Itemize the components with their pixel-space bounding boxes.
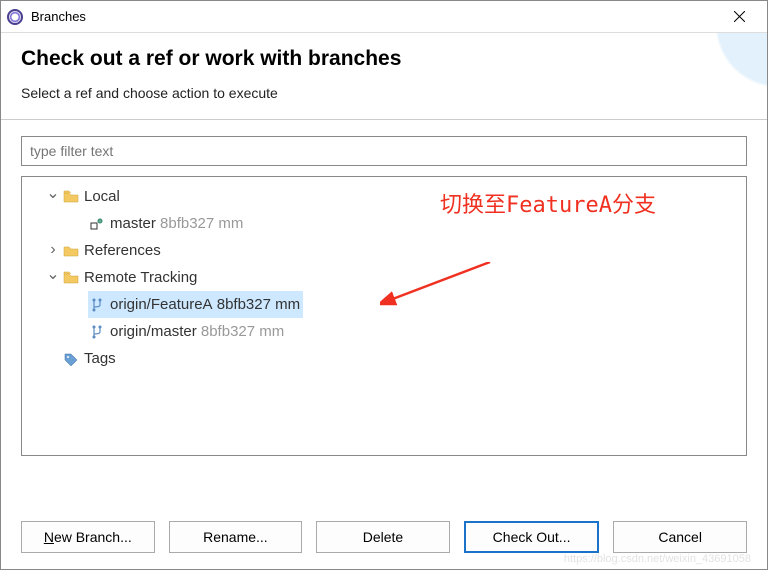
- commit-msg: mm: [275, 291, 300, 318]
- close-button[interactable]: [719, 3, 759, 31]
- dialog-body: Local master 8bfb327 mm References: [1, 119, 767, 472]
- commit-hash: 8bfb327: [160, 210, 214, 237]
- tags-icon: [62, 351, 80, 367]
- folder-icon: [62, 243, 80, 259]
- chevron-right-icon[interactable]: [44, 246, 62, 256]
- branch-checkout-icon: [88, 216, 106, 232]
- commit-hash: 8bfb327: [217, 291, 271, 318]
- close-icon: [734, 11, 745, 22]
- remote-branch-icon: [88, 297, 106, 313]
- titlebar: Branches: [1, 1, 767, 33]
- button-bar: New Branch... Rename... Delete Check Out…: [1, 521, 767, 553]
- commit-msg: mm: [218, 210, 243, 237]
- ref-tree[interactable]: Local master 8bfb327 mm References: [21, 176, 747, 456]
- chevron-down-icon[interactable]: [44, 192, 62, 202]
- page-subtitle: Select a ref and choose action to execut…: [21, 85, 747, 101]
- annotation-text: 切换至FeatureA分支: [440, 187, 656, 219]
- header-decoration: [657, 33, 767, 113]
- tree-label: References: [84, 237, 161, 264]
- watermark: https://blog.csdn.net/weixin_43691058: [564, 553, 751, 565]
- branch-name: origin/master: [110, 318, 197, 345]
- folder-icon: [62, 189, 80, 205]
- cancel-button[interactable]: Cancel: [613, 521, 747, 553]
- eclipse-icon: [7, 9, 23, 25]
- tree-node-references[interactable]: References: [26, 237, 742, 264]
- delete-button[interactable]: Delete: [316, 521, 450, 553]
- page-title: Check out a ref or work with branches: [21, 47, 747, 71]
- dialog-header: Check out a ref or work with branches Se…: [1, 33, 767, 119]
- commit-hash: 8bfb327: [201, 318, 255, 345]
- chevron-down-icon[interactable]: [44, 273, 62, 283]
- branch-name: master: [110, 210, 156, 237]
- tree-node-remote-tracking[interactable]: Remote Tracking: [26, 264, 742, 291]
- commit-msg: mm: [259, 318, 284, 345]
- new-branch-button[interactable]: New Branch...: [21, 521, 155, 553]
- tree-node-tags[interactable]: Tags: [26, 345, 742, 372]
- tree-label: Tags: [84, 345, 116, 372]
- tree-node-origin-featurea[interactable]: origin/FeatureA 8bfb327 mm: [26, 291, 742, 318]
- tree-node-origin-master[interactable]: origin/master 8bfb327 mm: [26, 318, 742, 345]
- remote-branch-icon: [88, 324, 106, 340]
- tree-label: Local: [84, 183, 120, 210]
- branch-name: origin/FeatureA: [110, 291, 213, 318]
- rename-button[interactable]: Rename...: [169, 521, 303, 553]
- check-out-button[interactable]: Check Out...: [464, 521, 600, 553]
- window-title: Branches: [31, 9, 86, 24]
- folder-icon: [62, 270, 80, 286]
- filter-input[interactable]: [21, 136, 747, 166]
- tree-label: Remote Tracking: [84, 264, 197, 291]
